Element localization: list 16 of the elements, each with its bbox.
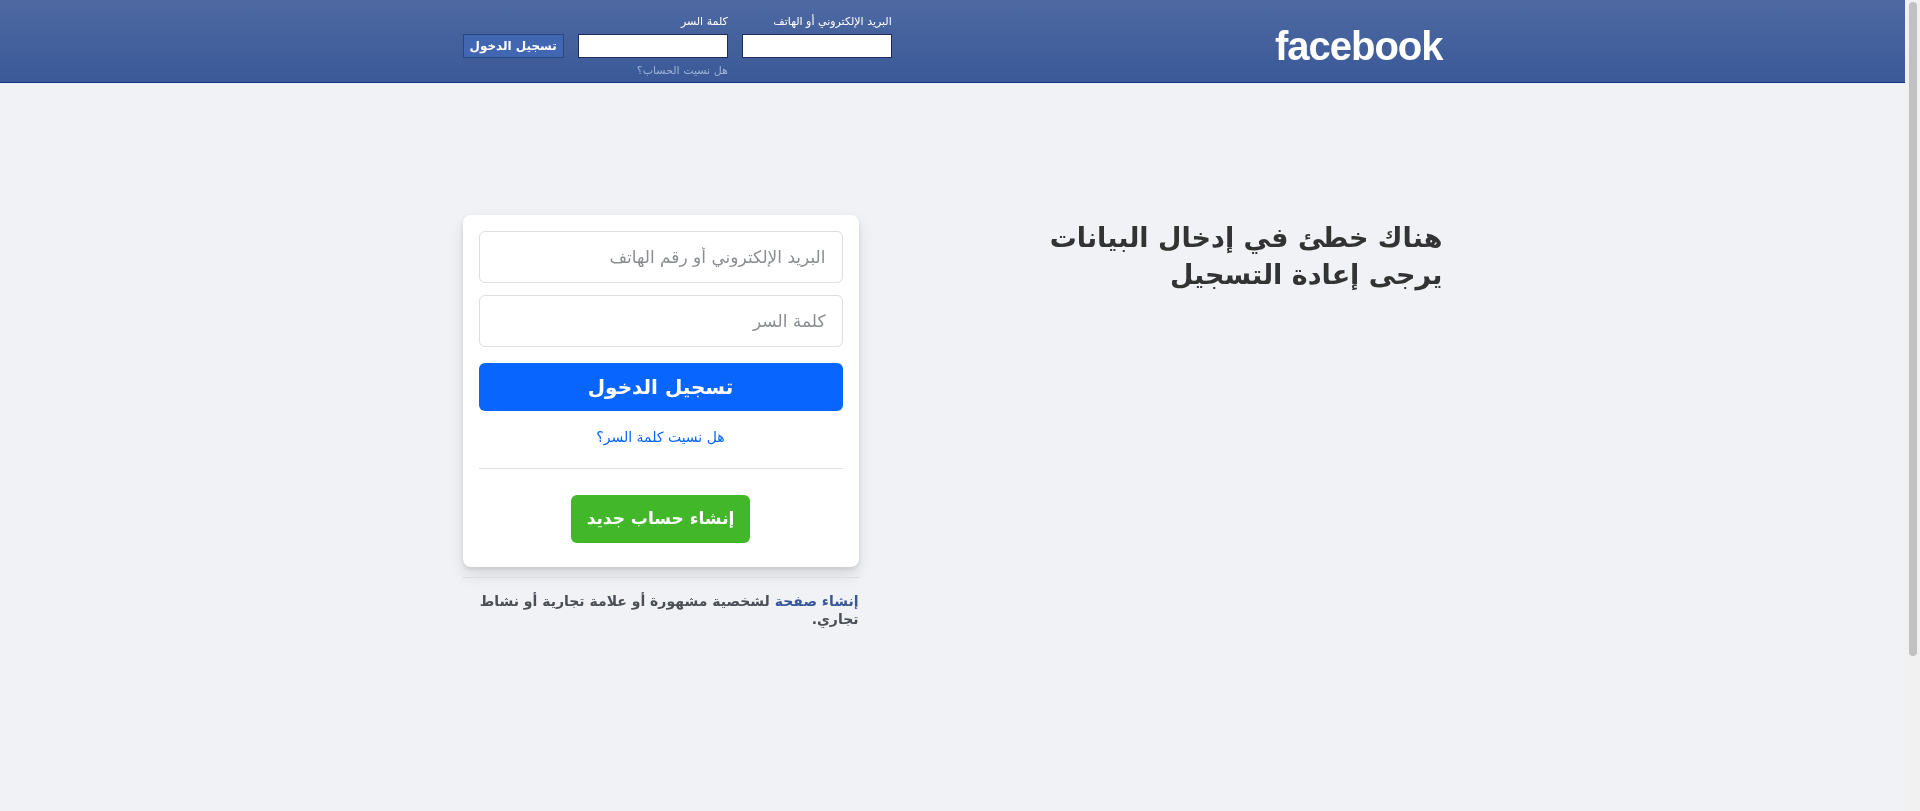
login-button[interactable]: تسجيل الدخول <box>478 363 843 411</box>
password-label: كلمة السر <box>679 14 728 30</box>
email-field[interactable] <box>741 34 892 58</box>
login-button[interactable]: تسجيل الدخول <box>462 34 564 58</box>
create-page-text: إنشاء صفحة لشخصية مشهورة أو علامة تجارية أو نشاط تجاري. <box>478 592 859 628</box>
scrollbar-thumb[interactable] <box>1908 2 1917 656</box>
email-label: البريد الإلكتروني أو الهاتف <box>772 14 892 30</box>
forgot-password-link[interactable]: هل نسيت كلمة السر؟ <box>596 427 725 448</box>
scrollbar[interactable] <box>1905 0 1920 811</box>
error-message: يرجى إعادة التسجيل <box>1168 258 1443 293</box>
create-page-link[interactable]: إنشاء صفحة <box>774 593 859 609</box>
create-account-button[interactable]: إنشاء حساب جديد <box>570 495 751 543</box>
error-message: هناك خطئ في إدخال البيانات <box>1049 221 1443 256</box>
logo: facebook <box>1274 24 1443 68</box>
password-field[interactable] <box>577 34 728 58</box>
forgot-account-link[interactable]: هل نسيت الحساب؟ <box>577 63 728 80</box>
